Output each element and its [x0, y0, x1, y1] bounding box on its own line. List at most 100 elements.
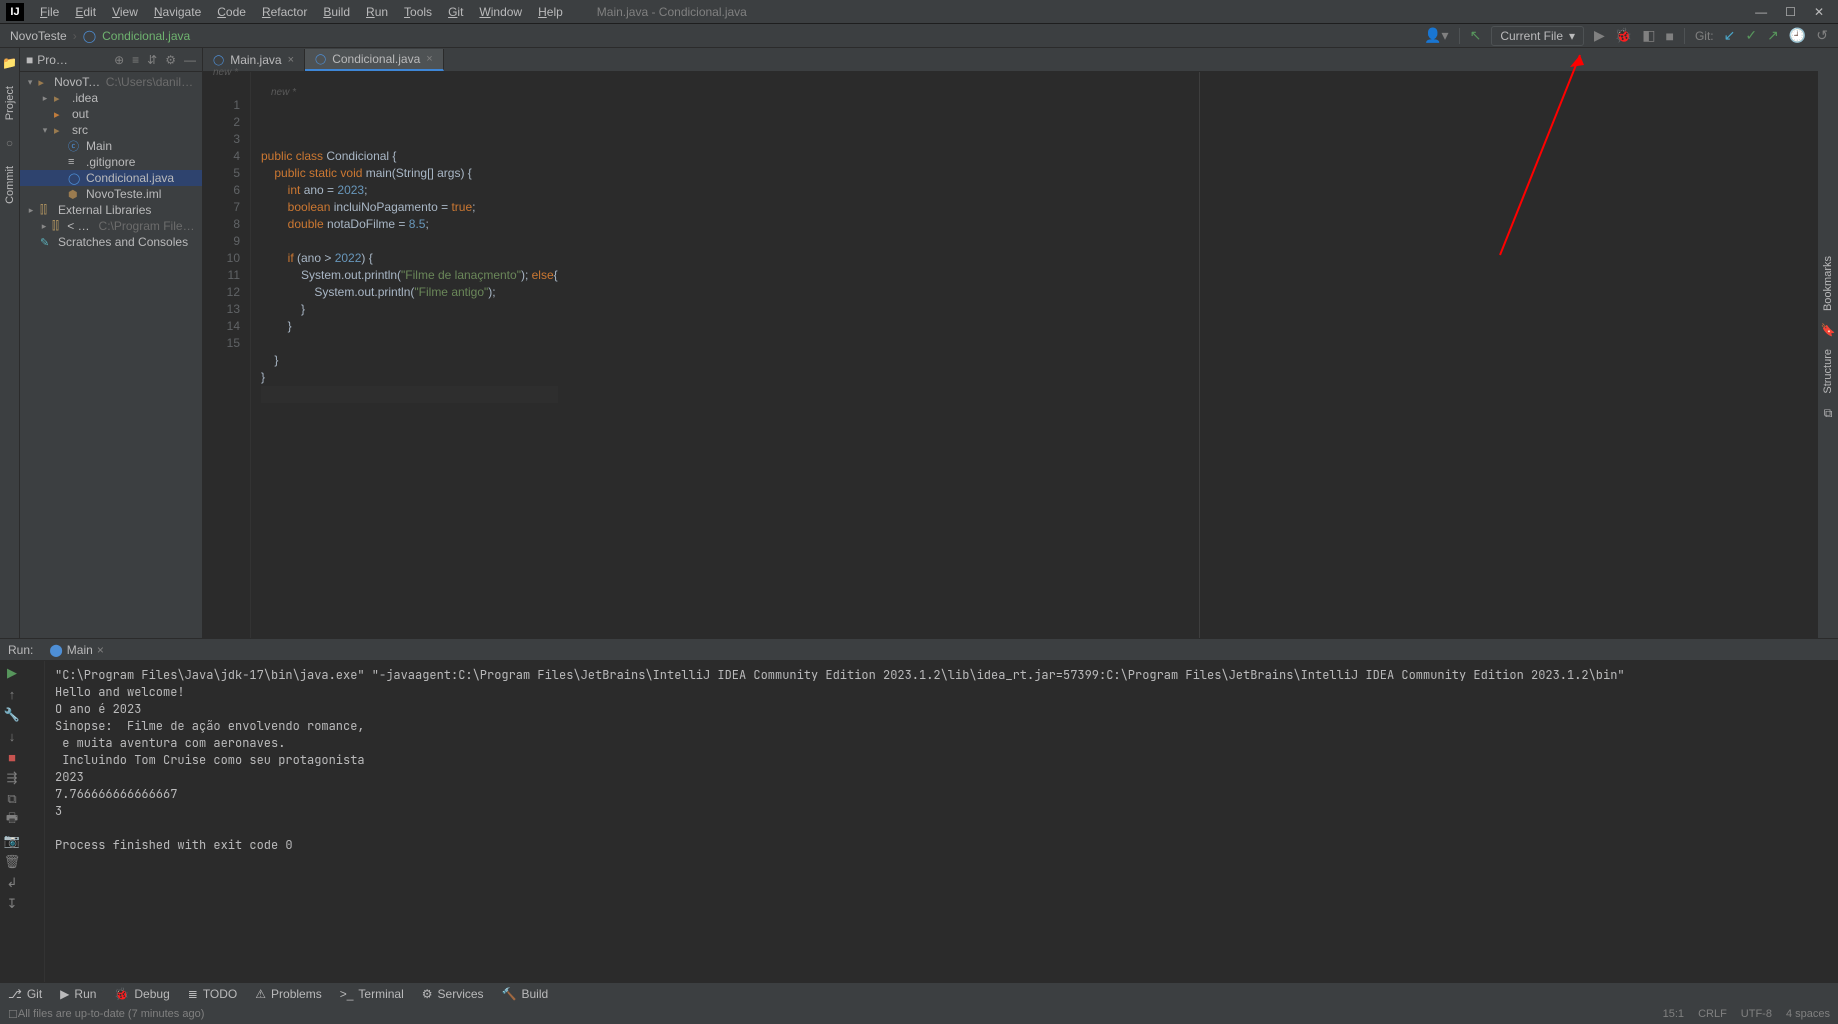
git-history-icon[interactable]: 🕘	[1789, 27, 1806, 44]
bookmarks-tab[interactable]: Bookmarks	[1820, 248, 1836, 319]
run-config-tab[interactable]: ⬤ Main ×	[41, 641, 111, 659]
git-rollback-icon[interactable]: ↺	[1816, 27, 1828, 44]
status-cell[interactable]: 4 spaces	[1786, 1008, 1830, 1020]
menu-tools[interactable]: Tools	[396, 3, 440, 21]
structure-icon[interactable]: ⧉	[1824, 406, 1833, 421]
tree-node[interactable]: ▸⫿⫿< 17 > C:\Program Files\Jav…	[20, 218, 202, 234]
breadcrumb[interactable]: NovoTeste › ◯ Condicional.java	[10, 29, 190, 43]
tree-node[interactable]: ≡.gitignore	[20, 154, 202, 170]
menu-build[interactable]: Build	[315, 3, 358, 21]
bottom-tab-todo[interactable]: ≣TODO	[188, 987, 238, 1001]
window-title: Main.java - Condicional.java	[597, 5, 747, 19]
chevron-right-icon: ›	[73, 29, 77, 43]
run-config-select[interactable]: Current File ▾	[1491, 26, 1584, 46]
menu-code[interactable]: Code	[209, 3, 254, 21]
project-tree[interactable]: ▾▸NovoTeste C:\Users\danilo.ca…▸▸.idea▸o…	[20, 72, 202, 252]
expand-all-icon[interactable]: ≡	[132, 53, 139, 67]
tree-node[interactable]: ⓒMain	[20, 138, 202, 154]
menu-git[interactable]: Git	[440, 3, 471, 21]
menu-navigate[interactable]: Navigate	[146, 3, 209, 21]
run-output[interactable]: "C:\Program Files\Java\jdk-17\bin\java.e…	[45, 661, 1838, 982]
wrench-icon[interactable]: 🔧	[3, 706, 21, 724]
menu-view[interactable]: View	[104, 3, 146, 21]
down-icon[interactable]: ↓	[3, 727, 21, 745]
coverage-icon[interactable]: ◧	[1642, 27, 1655, 44]
menu-run[interactable]: Run	[358, 3, 396, 21]
maximize-icon[interactable]: ☐	[1785, 5, 1796, 19]
bottom-tab-debug[interactable]: 🐞Debug	[114, 987, 169, 1001]
run-label: Run:	[8, 643, 33, 657]
menu-help[interactable]: Help	[530, 3, 571, 21]
soft-wrap-icon[interactable]: ↲	[3, 874, 21, 892]
print-icon[interactable]: 🖶	[3, 811, 21, 829]
tree-node[interactable]: ✎Scratches and Consoles	[20, 234, 202, 250]
chevron-down-icon: ▾	[1569, 29, 1575, 43]
tree-node[interactable]: ◯Condicional.java	[20, 170, 202, 186]
tree-node[interactable]: ▾▸src	[20, 122, 202, 138]
bottom-tab-run[interactable]: ▶Run	[60, 987, 96, 1001]
hide-icon[interactable]: —	[184, 53, 196, 67]
up-icon[interactable]: ↑	[3, 685, 21, 703]
bookmarks-icon[interactable]: 🔖	[1821, 323, 1836, 337]
scroll-end-icon[interactable]: ↧	[3, 895, 21, 913]
tree-node[interactable]: ⬢NovoTeste.iml	[20, 186, 202, 202]
menu-window[interactable]: Window	[471, 3, 530, 21]
breadcrumb-file[interactable]: Condicional.java	[102, 29, 190, 43]
code-editor[interactable]: new * 123456789101112131415 new * public…	[203, 72, 1818, 638]
select-open-icon[interactable]: ⊕	[114, 53, 124, 67]
add-user-icon[interactable]: 👤▾	[1424, 27, 1448, 44]
run-icon[interactable]: ▶	[1594, 27, 1605, 44]
menu-edit[interactable]: Edit	[67, 3, 104, 21]
project-tool-icon[interactable]: 📁	[2, 56, 17, 70]
run-tools: ▶ ↑ 🔧 ↓ ■ ⇶ ⧉ 🖶 📷 🗑 ↲ ↧	[0, 661, 45, 982]
editor-gutter[interactable]: 123456789101112131415	[203, 72, 251, 638]
close-icon[interactable]: ×	[288, 54, 294, 66]
debug-icon[interactable]: 🐞	[1615, 27, 1632, 44]
editor-tab[interactable]: ◯Condicional.java×	[305, 49, 444, 71]
minimize-icon[interactable]: —	[1755, 5, 1767, 19]
collapse-icon[interactable]: ⇵	[147, 53, 157, 67]
bottom-tab-services[interactable]: ⚙Services	[422, 987, 484, 1001]
git-push-icon[interactable]: ↗	[1767, 27, 1779, 44]
navbar: NovoTeste › ◯ Condicional.java 👤▾ ↖ Curr…	[0, 24, 1838, 48]
rerun-icon[interactable]: ▶	[3, 664, 21, 682]
bottom-tab-terminal[interactable]: >_Terminal	[340, 987, 404, 1001]
filter-icon[interactable]: ⇶	[3, 769, 21, 787]
menu-refactor[interactable]: Refactor	[254, 3, 315, 21]
ide-logo-icon: IJ	[6, 3, 24, 21]
menu-file[interactable]: File	[32, 3, 67, 21]
tree-node[interactable]: ▸⫿⫿External Libraries	[20, 202, 202, 218]
run-config-label: Current File	[1500, 29, 1563, 43]
close-icon[interactable]: ×	[97, 643, 104, 657]
layout-icon[interactable]: ⧉	[3, 790, 21, 808]
stop-icon[interactable]: ■	[3, 748, 21, 766]
git-label: Git:	[1695, 29, 1714, 43]
delete-icon[interactable]: 🗑	[3, 853, 21, 871]
gear-icon[interactable]: ⚙	[165, 53, 176, 67]
status-cell[interactable]: 15:1	[1663, 1008, 1684, 1020]
git-commit-icon[interactable]: ✓	[1745, 27, 1757, 44]
breadcrumb-project[interactable]: NovoTeste	[10, 29, 67, 43]
tree-node[interactable]: ▸▸.idea	[20, 90, 202, 106]
bottom-tab-git[interactable]: ⎇Git	[8, 987, 42, 1001]
close-icon[interactable]: ×	[426, 53, 432, 65]
status-cell[interactable]: UTF-8	[1741, 1008, 1772, 1020]
git-update-icon[interactable]: ↙	[1724, 27, 1736, 44]
editor-tabs: ◯Main.java×◯Condicional.java×	[203, 48, 1818, 72]
run-tab-label: Main	[67, 643, 93, 657]
stop-icon[interactable]: ■	[1665, 28, 1673, 44]
java-file-icon: ◯	[83, 29, 96, 43]
tree-node[interactable]: ▾▸NovoTeste C:\Users\danilo.ca…	[20, 74, 202, 90]
project-tab[interactable]: Project	[2, 78, 18, 128]
tree-node[interactable]: ▸out	[20, 106, 202, 122]
commit-tool-icon[interactable]: ○	[6, 136, 13, 150]
close-icon[interactable]: ✕	[1814, 5, 1824, 19]
bottom-tab-problems[interactable]: ⚠Problems	[255, 987, 321, 1001]
status-cell[interactable]: CRLF	[1698, 1008, 1727, 1020]
bottom-tab-build[interactable]: 🔨Build	[502, 987, 549, 1001]
structure-tab[interactable]: Structure	[1820, 341, 1836, 402]
hammer-icon[interactable]: ↖	[1470, 27, 1482, 44]
commit-tab[interactable]: Commit	[2, 158, 18, 212]
camera-icon[interactable]: 📷	[3, 832, 21, 850]
bottom-toolbar: ⎇Git ▶Run 🐞Debug ≣TODO ⚠Problems >_Terminal ⚙S…	[0, 982, 1838, 1004]
